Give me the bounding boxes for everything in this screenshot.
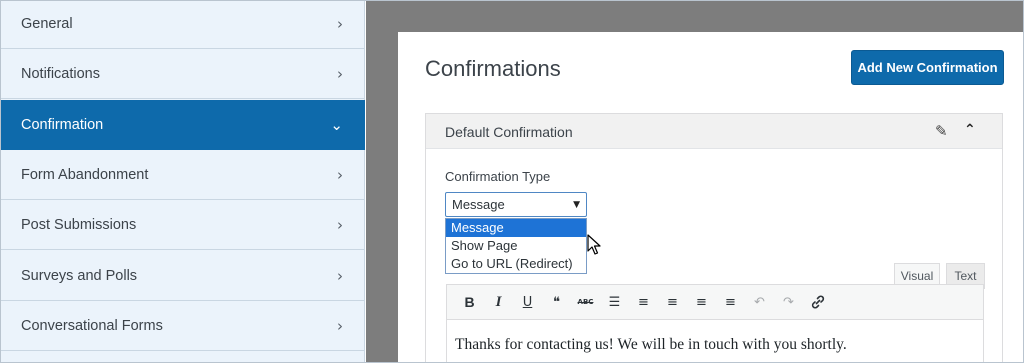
page-title: Confirmations (425, 56, 561, 81)
add-new-confirmation-button[interactable]: Add New Confirmation (851, 50, 1004, 85)
option-show-page[interactable]: Show Page (446, 237, 586, 255)
editor-content[interactable]: Thanks for contacting us! We will be in … (455, 336, 847, 354)
chevron-right-icon: › (337, 14, 343, 33)
align-right-icon[interactable]: ≡ (716, 290, 745, 314)
italic-button[interactable]: I (484, 290, 513, 314)
mouse-cursor-icon (587, 234, 601, 255)
sidebar-item-label: General (21, 15, 73, 32)
chevron-right-icon: › (337, 165, 343, 184)
option-message[interactable]: Message (446, 219, 586, 237)
align-center-icon[interactable]: ≡ (687, 290, 716, 314)
link-icon-glyph (811, 295, 824, 309)
align-left-icon[interactable]: ≡ (658, 290, 687, 314)
sidebar-item-general[interactable]: General › (1, 1, 365, 49)
settings-sidebar: General › Notifications › Confirmation ⌄… (1, 1, 365, 362)
redo-icon[interactable]: ↷ (774, 290, 803, 314)
option-go-to-url[interactable]: Go to URL (Redirect) (446, 255, 586, 273)
link-icon[interactable] (803, 290, 832, 314)
select-value: Message (452, 197, 505, 212)
chevron-up-icon[interactable]: ⌃ (964, 122, 976, 138)
confirmation-header[interactable]: Default Confirmation ✎ ⌃ (426, 114, 1002, 149)
sidebar-item-form-abandonment[interactable]: Form Abandonment › (1, 150, 365, 200)
underline-button[interactable]: U (513, 290, 542, 314)
strikethrough-button[interactable]: ABC (571, 290, 600, 314)
editor-toolbar: B I U ❝ ABC ☰ ≡ ≡ ≡ ≡ ↶ ↷ (447, 285, 983, 320)
sidebar-item-label: Form Abandonment (21, 166, 149, 183)
bullet-list-icon[interactable]: ☰ (600, 290, 629, 314)
sidebar-item-label: Conversational Forms (21, 317, 163, 334)
sidebar-item-label: Confirmation (21, 116, 104, 133)
sidebar-item-label: Surveys and Polls (21, 267, 138, 284)
sidebar-item-label: Notifications (21, 65, 100, 82)
sidebar-item-post-submissions[interactable]: Post Submissions › (1, 200, 365, 250)
confirmation-title: Default Confirmation (445, 124, 573, 140)
confirmation-type-label: Confirmation Type (445, 169, 551, 184)
blockquote-button[interactable]: ❝ (542, 290, 571, 314)
undo-icon[interactable]: ↶ (745, 290, 774, 314)
sidebar-item-conversational-forms[interactable]: Conversational Forms › (1, 301, 365, 351)
pencil-icon[interactable]: ✎ (935, 122, 948, 140)
message-editor: B I U ❝ ABC ☰ ≡ ≡ ≡ ≡ ↶ ↷ Thanks for con… (446, 284, 984, 362)
numbered-list-icon[interactable]: ≡ (629, 290, 658, 314)
sidebar-item-surveys-and-polls[interactable]: Surveys and Polls › (1, 251, 365, 301)
chevron-right-icon: › (337, 215, 343, 234)
confirmation-type-select[interactable]: Message ▼ (445, 192, 587, 217)
bold-button[interactable]: B (455, 290, 484, 314)
chevron-right-icon: › (337, 64, 343, 83)
sidebar-item-label: Post Submissions (21, 216, 137, 233)
chevron-right-icon: › (337, 266, 343, 285)
sidebar-item-confirmation[interactable]: Confirmation ⌄ (1, 100, 365, 150)
chevron-right-icon: › (337, 316, 343, 335)
chevron-down-icon: ⌄ (330, 115, 343, 134)
caret-down-icon: ▼ (573, 199, 580, 210)
settings-window: General › Notifications › Confirmation ⌄… (0, 0, 1024, 363)
confirmation-type-dropdown: Message Show Page Go to URL (Redirect) (445, 218, 587, 274)
sidebar-item-notifications[interactable]: Notifications › (1, 49, 365, 99)
